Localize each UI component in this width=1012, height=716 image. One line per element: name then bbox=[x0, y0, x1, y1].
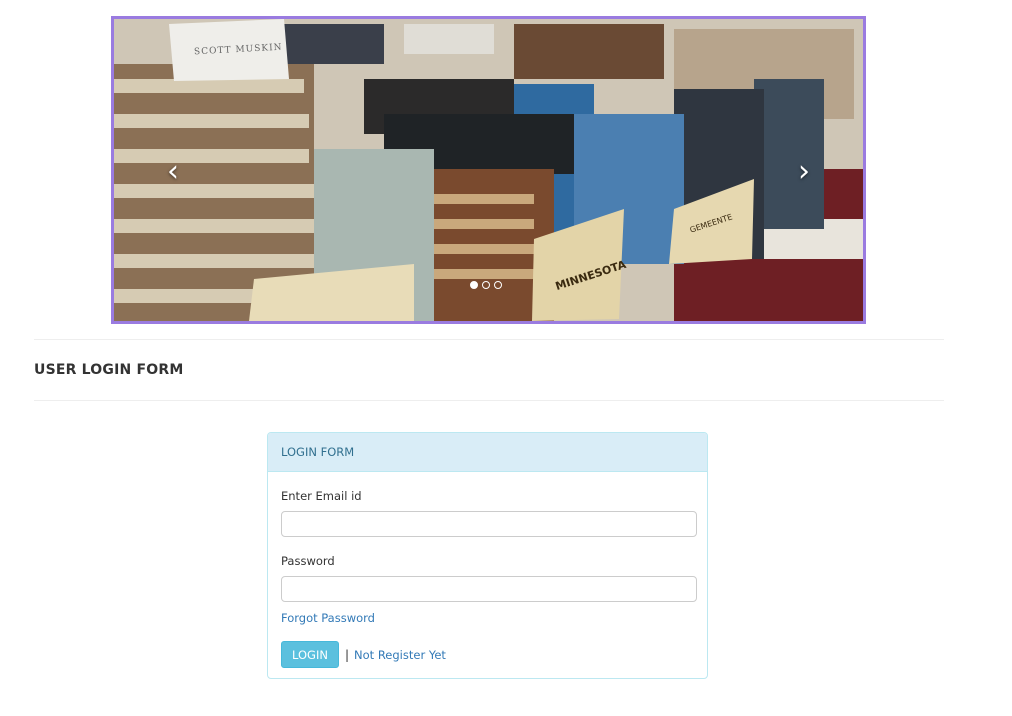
carousel-next-button[interactable]: › bbox=[789, 157, 819, 187]
divider bbox=[34, 400, 944, 401]
forgot-password-link[interactable]: Forgot Password bbox=[281, 611, 375, 625]
carousel-indicators bbox=[470, 281, 502, 289]
form-actions: LOGIN | Not Register Yet bbox=[281, 641, 446, 668]
carousel-slide-image bbox=[114, 19, 863, 321]
chevron-right-icon: › bbox=[798, 154, 810, 189]
password-label: Password bbox=[281, 554, 335, 568]
email-field[interactable] bbox=[281, 511, 697, 537]
carousel-prev-button[interactable]: ‹ bbox=[158, 157, 188, 187]
email-label: Enter Email id bbox=[281, 489, 362, 503]
page-title: USER LOGIN FORM bbox=[34, 362, 184, 378]
login-panel: LOGIN FORM Enter Email id Password Forgo… bbox=[267, 432, 708, 679]
chevron-left-icon: ‹ bbox=[167, 154, 179, 189]
carousel-indicator[interactable] bbox=[494, 281, 502, 289]
divider bbox=[34, 339, 944, 340]
login-button[interactable]: LOGIN bbox=[281, 641, 339, 668]
image-carousel[interactable]: SCOTT MUSKIN MINNESOTA GEMEENTE ‹ › bbox=[111, 16, 866, 324]
carousel-indicator[interactable] bbox=[470, 281, 478, 289]
separator: | bbox=[344, 647, 350, 662]
carousel-indicator[interactable] bbox=[482, 281, 490, 289]
panel-heading: LOGIN FORM bbox=[268, 433, 707, 472]
password-field[interactable] bbox=[281, 576, 697, 602]
register-link[interactable]: Not Register Yet bbox=[354, 648, 446, 662]
